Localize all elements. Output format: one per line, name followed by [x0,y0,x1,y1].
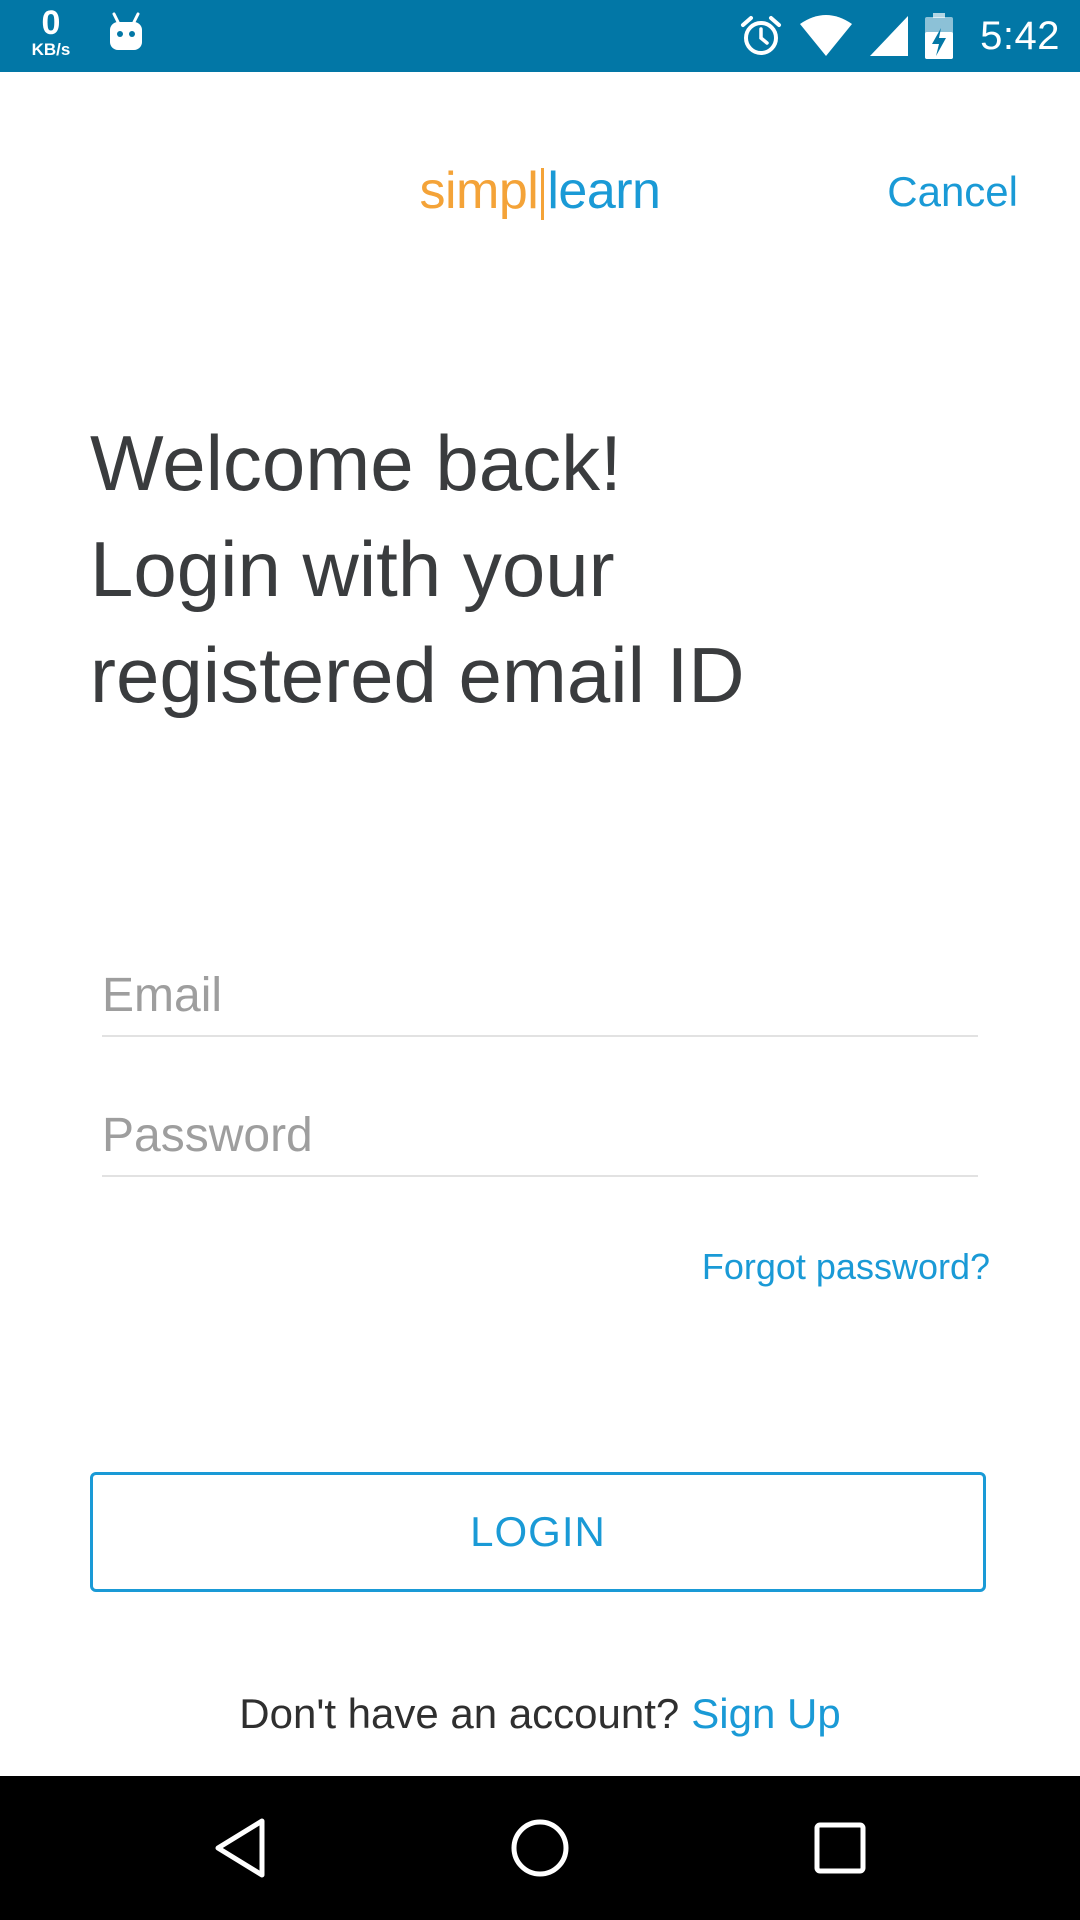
email-field[interactable] [102,955,978,1035]
network-speed-value: 0 [41,4,61,42]
forgot-password-link[interactable]: Forgot password? [702,1246,990,1288]
login-screen: 0 KB/s 5:42 simpl learn Cancel Welcome b… [0,0,1080,1920]
email-field-container [102,955,978,1037]
recent-apps-icon [814,1822,866,1874]
status-clock: 5:42 [980,13,1060,58]
signup-prompt: Don't have an account? Sign Up [0,1690,1080,1738]
wifi-icon [800,15,853,56]
battery-charging-icon [925,13,954,59]
network-speed-unit: KB/s [31,40,71,59]
signup-link[interactable]: Sign Up [691,1690,840,1737]
cancel-button[interactable]: Cancel [887,168,1018,216]
logo-bar [541,168,545,221]
back-icon [215,1818,265,1878]
status-bar: 0 KB/s 5:42 [0,0,1080,72]
nav-recent-apps-button[interactable] [760,1776,920,1920]
logo-text-right: learn [547,162,661,220]
simplilearn-logo: simpl learn [408,155,672,227]
cell-signal-icon [870,16,909,56]
heading-line-2: Login with your [90,525,615,613]
network-speed-indicator: 0 KB/s [22,6,80,58]
nav-back-button[interactable] [160,1776,320,1920]
logo-text-left: simpl [419,162,539,220]
android-notification-icon [110,12,142,50]
password-field-container [102,1095,978,1177]
login-button[interactable]: LOGIN [90,1472,986,1592]
nav-home-button[interactable] [460,1776,620,1920]
heading-line-1: Welcome back! [90,419,622,507]
no-account-text: Don't have an account? [239,1690,680,1737]
heading-line-3: registered email ID [90,631,745,719]
navigation-bar [0,1776,1080,1920]
password-field[interactable] [102,1095,978,1175]
status-icons: 5:42 [738,0,1060,72]
alarm-icon [741,16,782,55]
welcome-heading: Welcome back! Login with your registered… [90,410,970,728]
home-icon [511,1819,569,1877]
